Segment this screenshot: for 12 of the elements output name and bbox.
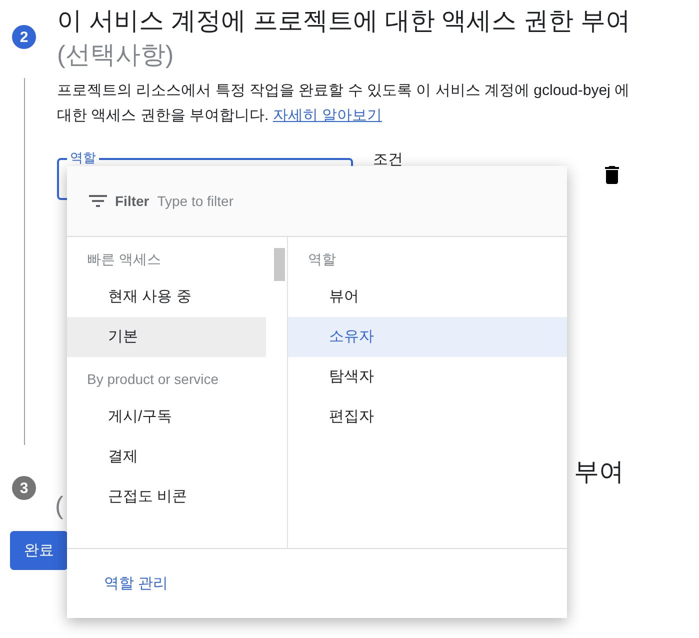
step-subtitle: ( <box>55 491 64 522</box>
filter-label: Filter <box>115 193 150 209</box>
category-header: By product or service <box>86 370 220 389</box>
step-number: 3 <box>12 476 36 500</box>
category-header: 빠른 액세스 <box>86 250 162 269</box>
step-title: 이 서비스 계정에 프로젝트에 대한 액세스 권한 부여 <box>57 6 631 37</box>
step-number: 2 <box>12 25 36 49</box>
roles-header: 역할 <box>307 250 337 269</box>
step-title: 부여 <box>574 458 624 486</box>
condition-label: 조건 <box>373 150 403 169</box>
description: 프로젝트의 리소스에서 특정 작업을 완료할 수 있도록 이 서비스 계정에 gcloud-byej 에 대한 액세스 권한을 부여합니다. 자세히 알아보기 <box>57 81 631 126</box>
step-subtitle: (선택사항) <box>57 40 175 71</box>
